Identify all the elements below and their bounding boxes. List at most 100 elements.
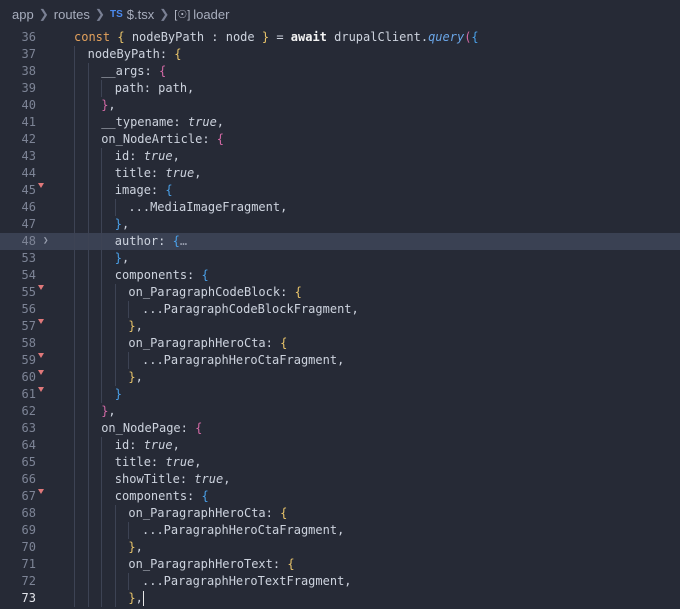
breadcrumb-item-symbol[interactable]: loader [193, 7, 229, 22]
code-line[interactable]: 56 ...ParagraphCodeBlockFragment, [0, 301, 680, 318]
indent-guide [74, 505, 75, 522]
code-line[interactable]: 66 showTitle: true, [0, 471, 680, 488]
text-cursor [142, 591, 144, 606]
code-line[interactable]: 42 on_NodeArticle: { [0, 131, 680, 148]
indent-guide [114, 352, 116, 369]
code-line[interactable]: 55 on_ParagraphCodeBlock: { [0, 284, 680, 301]
code-line[interactable]: 61} [0, 386, 680, 403]
code-line[interactable]: 44 title: true, [0, 165, 680, 182]
code-token: author: [114, 234, 173, 248]
code-line[interactable]: 36 const { nodeByPath : node } = await dr… [0, 29, 680, 46]
breadcrumb-item-app[interactable]: app [12, 7, 34, 22]
line-number: 42 [21, 132, 36, 146]
line-number: 63 [21, 421, 36, 435]
code-text: title: true, [115, 165, 202, 182]
code-line[interactable]: 63 on_NodePage: { [0, 420, 680, 437]
indent-guide [87, 182, 89, 199]
git-change-marker-icon[interactable] [38, 285, 44, 290]
indent-guide [101, 590, 103, 607]
code-line[interactable]: 69 ...ParagraphHeroCtaFragment, [0, 522, 680, 539]
indent-guide [101, 335, 103, 352]
git-change-marker-icon[interactable] [38, 489, 44, 494]
code-token: } [114, 217, 123, 231]
git-change-marker-icon[interactable] [38, 319, 44, 324]
indent-guide [87, 216, 89, 233]
indent-guide [87, 267, 89, 284]
code-text: showTitle: true, [115, 471, 231, 488]
code-line[interactable]: 59 ...ParagraphHeroCtaFragment, [0, 352, 680, 369]
indent-guide [74, 165, 75, 182]
code-line[interactable]: 46 ...MediaImageFragment, [0, 199, 680, 216]
indent-guide [101, 233, 103, 250]
fold-chevron-icon[interactable]: ❯ [43, 233, 55, 250]
indent-guide [87, 403, 89, 420]
code-line[interactable]: 65 title: true, [0, 454, 680, 471]
indent-guide [87, 335, 89, 352]
indent-guide [87, 488, 89, 505]
code-token: components: [114, 489, 202, 503]
code-line[interactable]: 39 path: path, [0, 80, 680, 97]
code-line[interactable]: 64 id: true, [0, 437, 680, 454]
code-line[interactable]: 41 __typename: true, [0, 114, 680, 131]
line-number: 66 [21, 472, 36, 486]
chevron-right-icon: ❯ [38, 7, 49, 21]
code-line[interactable]: 70}, [0, 539, 680, 556]
code-line[interactable]: 40}, [0, 97, 680, 114]
code-text: on_ParagraphHeroText: { [128, 556, 294, 573]
indent-guide [74, 250, 75, 267]
indent-guide [128, 352, 130, 369]
code-line[interactable]: 53}, [0, 250, 680, 267]
code-editor[interactable]: 36 const { nodeByPath : node } = await dr… [0, 28, 680, 609]
code-text: }, [115, 216, 129, 233]
indent-guide [101, 148, 103, 165]
breadcrumb-item-routes[interactable]: routes [54, 7, 90, 22]
line-number: 68 [21, 506, 36, 520]
code-line[interactable]: 72 ...ParagraphHeroTextFragment, [0, 573, 680, 590]
code-line[interactable]: 58 on_ParagraphHeroCta: { [0, 335, 680, 352]
code-token: { [294, 285, 302, 299]
indent-guide [87, 369, 89, 386]
code-line[interactable]: 43 id: true, [0, 148, 680, 165]
indent-guide [128, 301, 130, 318]
code-line[interactable]: 68 on_ParagraphHeroCta: { [0, 505, 680, 522]
git-change-marker-icon[interactable] [38, 370, 44, 375]
breadcrumb-item-file[interactable]: $.tsx [127, 7, 154, 22]
indent-guide [74, 454, 75, 471]
code-text: }, [128, 590, 144, 607]
code-token: } [114, 251, 123, 265]
code-token: const [74, 30, 118, 44]
git-change-marker-icon[interactable] [38, 387, 44, 392]
indent-guide [101, 505, 103, 522]
indent-guide [101, 454, 103, 471]
code-line[interactable]: 48 ❯ author: {… [0, 233, 680, 250]
indent-guide [87, 250, 89, 267]
code-token: { [201, 489, 209, 503]
code-text: ...ParagraphHeroCtaFragment, [142, 352, 344, 369]
code-line[interactable]: 45 image: { [0, 182, 680, 199]
git-change-marker-icon[interactable] [38, 183, 44, 188]
indent-guide [87, 386, 89, 403]
line-number: 60 [21, 370, 36, 384]
code-line[interactable]: 71 on_ParagraphHeroText: { [0, 556, 680, 573]
code-line[interactable]: 67 components: { [0, 488, 680, 505]
indent-guide [128, 573, 130, 590]
indent-guide [74, 216, 75, 233]
code-token: { [201, 268, 209, 282]
code-token: … [179, 234, 188, 248]
code-line[interactable]: 47}, [0, 216, 680, 233]
indent-guide [87, 437, 89, 454]
code-line[interactable]: 57}, [0, 318, 680, 335]
code-line[interactable]: 37 nodeByPath: { [0, 46, 680, 63]
indent-guide [74, 573, 75, 590]
code-line[interactable]: 38 __args: { [0, 63, 680, 80]
code-line[interactable]: 54 components: { [0, 267, 680, 284]
code-token: __args: [101, 64, 159, 78]
indent-guide [74, 539, 75, 556]
indent-guide [114, 199, 116, 216]
code-line[interactable]: 73}, [0, 590, 680, 607]
indent-guide [74, 301, 75, 318]
indent-guide [101, 165, 103, 182]
git-change-marker-icon[interactable] [38, 353, 44, 358]
code-line[interactable]: 62}, [0, 403, 680, 420]
code-line[interactable]: 60}, [0, 369, 680, 386]
